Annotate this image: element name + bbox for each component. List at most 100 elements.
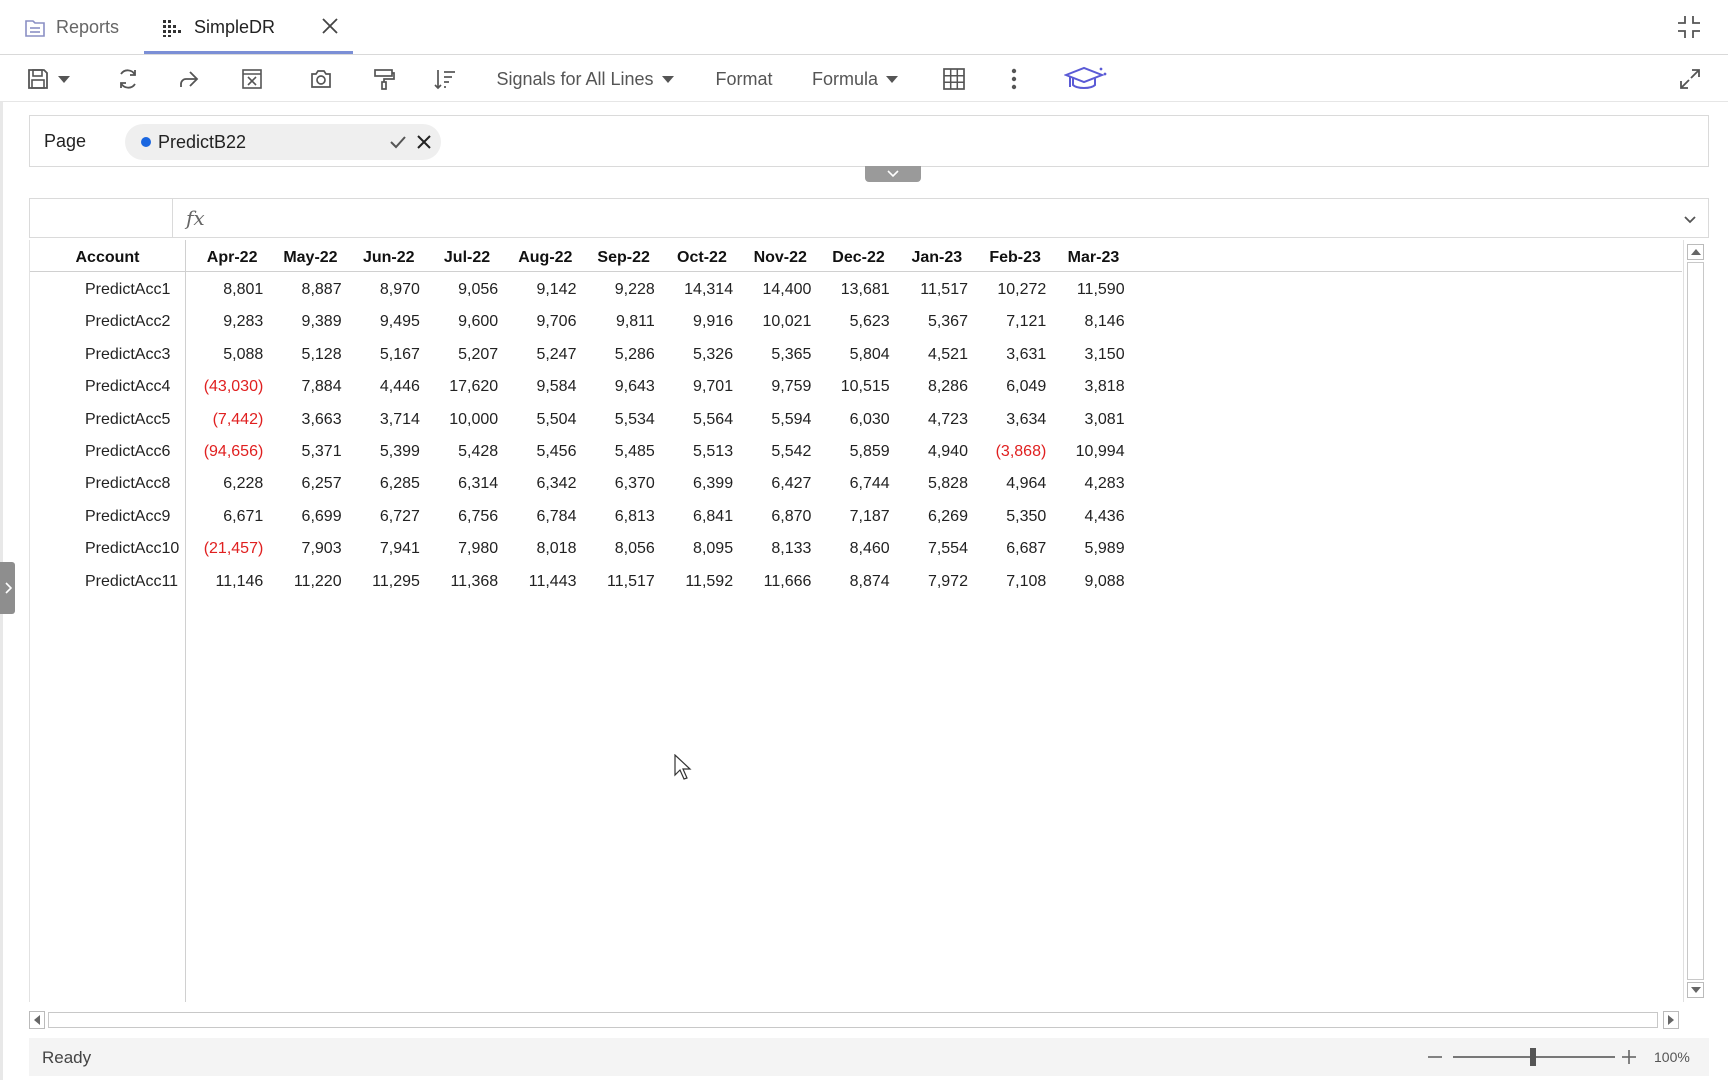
value-cell[interactable]: 6,285 [350, 468, 420, 500]
zoom-in-icon[interactable] [1619, 1047, 1639, 1067]
column-header[interactable]: Sep-22 [585, 240, 663, 272]
value-cell[interactable]: 5,350 [976, 501, 1046, 533]
value-cell[interactable]: 7,941 [350, 533, 420, 565]
value-cell[interactable]: 9,706 [506, 306, 576, 338]
value-cell[interactable]: 6,687 [976, 533, 1046, 565]
value-cell[interactable]: 9,142 [506, 274, 576, 306]
value-cell[interactable]: 4,446 [350, 371, 420, 403]
value-cell[interactable]: (21,457) [193, 533, 264, 565]
value-cell[interactable]: 6,744 [819, 468, 890, 500]
value-cell[interactable]: (7,442) [193, 404, 264, 436]
value-cell[interactable]: 14,314 [663, 274, 733, 306]
value-cell[interactable]: 5,371 [271, 436, 342, 468]
account-cell[interactable]: PredictAcc10 [30, 533, 180, 565]
value-cell[interactable]: 7,972 [898, 566, 968, 598]
value-cell[interactable]: (43,030) [193, 371, 264, 403]
value-cell[interactable]: 6,813 [585, 501, 655, 533]
value-cell[interactable]: 5,456 [506, 436, 576, 468]
zoom-out-icon[interactable] [1425, 1047, 1445, 1067]
value-cell[interactable]: 7,884 [271, 371, 342, 403]
value-cell[interactable]: 11,666 [741, 566, 812, 598]
gridlines-button[interactable] [940, 65, 968, 93]
value-cell[interactable]: (3,868) [976, 436, 1047, 468]
close-icon[interactable] [413, 131, 435, 153]
value-cell[interactable]: 9,600 [428, 306, 498, 338]
value-cell[interactable]: 6,699 [271, 501, 342, 533]
vertical-scrollbar[interactable] [1683, 240, 1707, 1002]
value-cell[interactable]: 8,056 [585, 533, 655, 565]
value-cell[interactable]: 4,283 [1054, 468, 1125, 500]
value-cell[interactable]: 9,759 [741, 371, 811, 403]
value-cell[interactable]: 5,564 [663, 404, 733, 436]
account-cell[interactable]: PredictAcc6 [30, 436, 180, 468]
value-cell[interactable]: 5,286 [585, 339, 655, 371]
chevron-down-icon[interactable] [1680, 209, 1700, 229]
account-cell[interactable]: PredictAcc3 [30, 339, 180, 371]
value-cell[interactable]: 6,841 [663, 501, 733, 533]
value-cell[interactable]: 3,081 [1054, 404, 1125, 436]
value-cell[interactable]: 9,701 [663, 371, 733, 403]
value-cell[interactable]: 5,513 [663, 436, 733, 468]
save-button[interactable] [24, 65, 72, 93]
column-header[interactable]: Oct-22 [663, 240, 741, 272]
value-cell[interactable]: 11,590 [1054, 274, 1125, 306]
column-header[interactable]: Aug-22 [506, 240, 584, 272]
account-cell[interactable]: PredictAcc5 [30, 404, 180, 436]
value-cell[interactable]: 6,727 [350, 501, 420, 533]
value-cell[interactable]: 6,342 [506, 468, 576, 500]
value-cell[interactable]: 8,874 [819, 566, 890, 598]
vertical-scroll-thumb[interactable] [1687, 262, 1704, 980]
value-cell[interactable]: 5,207 [428, 339, 498, 371]
horizontal-scroll-thumb[interactable] [48, 1012, 1658, 1028]
value-cell[interactable]: 7,108 [976, 566, 1046, 598]
value-cell[interactable]: 6,269 [898, 501, 968, 533]
learning-button[interactable] [1064, 65, 1108, 93]
value-cell[interactable]: 7,980 [428, 533, 498, 565]
value-cell[interactable]: 11,295 [350, 566, 420, 598]
value-cell[interactable]: 6,784 [506, 501, 576, 533]
column-header[interactable]: Jan-23 [898, 240, 976, 272]
horizontal-scrollbar[interactable] [29, 1011, 1679, 1029]
value-cell[interactable]: 10,515 [819, 371, 890, 403]
format-painter-button[interactable] [370, 65, 398, 93]
value-cell[interactable]: 3,634 [976, 404, 1046, 436]
value-cell[interactable]: 5,485 [585, 436, 655, 468]
value-cell[interactable]: 8,095 [663, 533, 733, 565]
value-cell[interactable]: 9,228 [585, 274, 655, 306]
column-header[interactable]: Jun-22 [350, 240, 428, 272]
column-header[interactable]: Nov-22 [741, 240, 819, 272]
value-cell[interactable]: 5,534 [585, 404, 655, 436]
value-cell[interactable]: 5,247 [506, 339, 576, 371]
value-cell[interactable]: 14,400 [741, 274, 811, 306]
value-cell[interactable]: 5,167 [350, 339, 420, 371]
account-cell[interactable]: PredictAcc4 [30, 371, 180, 403]
scroll-up-button[interactable] [1687, 244, 1704, 260]
page-member-chip[interactable]: PredictB22 [125, 124, 441, 160]
value-cell[interactable]: 8,801 [193, 274, 263, 306]
cell-name-box[interactable] [30, 199, 173, 237]
value-cell[interactable]: 8,146 [1054, 306, 1125, 338]
account-cell[interactable]: PredictAcc1 [30, 274, 180, 306]
value-cell[interactable]: 9,056 [428, 274, 498, 306]
value-cell[interactable]: 3,663 [271, 404, 342, 436]
formula-dropdown[interactable]: Formula [812, 65, 899, 93]
value-cell[interactable]: 6,030 [819, 404, 890, 436]
account-cell[interactable]: PredictAcc2 [30, 306, 180, 338]
value-cell[interactable]: 10,994 [1054, 436, 1125, 468]
value-cell[interactable]: 9,916 [663, 306, 733, 338]
value-cell[interactable]: 6,228 [193, 468, 263, 500]
value-cell[interactable]: 6,671 [193, 501, 263, 533]
value-cell[interactable]: 10,000 [428, 404, 498, 436]
expand-left-panel-button[interactable] [0, 562, 15, 614]
account-cell[interactable]: PredictAcc8 [30, 468, 180, 500]
value-cell[interactable]: (94,656) [193, 436, 264, 468]
value-cell[interactable]: 5,859 [819, 436, 890, 468]
value-cell[interactable]: 8,286 [898, 371, 968, 403]
clear-data-button[interactable] [238, 65, 266, 93]
scroll-down-button[interactable] [1687, 982, 1704, 998]
value-cell[interactable]: 8,887 [271, 274, 342, 306]
value-cell[interactable]: 7,554 [898, 533, 968, 565]
toggle-page-bar-button[interactable] [865, 166, 921, 182]
column-header[interactable]: Dec-22 [819, 240, 897, 272]
value-cell[interactable]: 11,517 [585, 566, 655, 598]
